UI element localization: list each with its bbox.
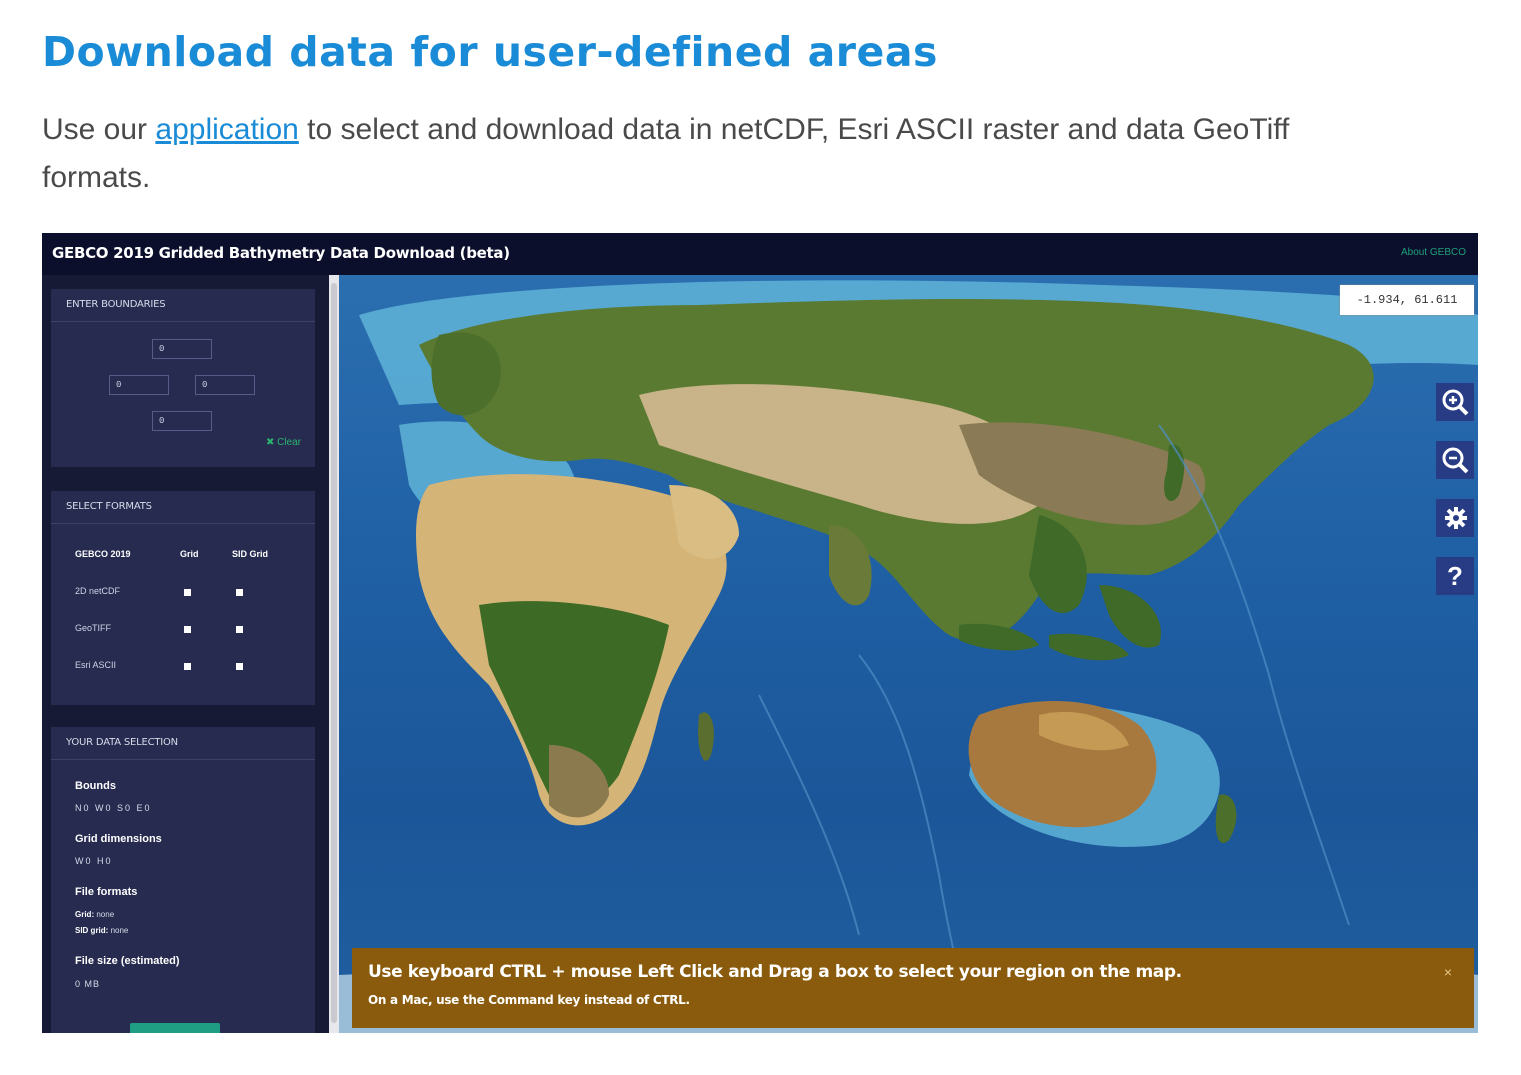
sid-format-value: none <box>110 926 129 935</box>
format-label: GeoTIFF <box>75 623 112 633</box>
scrollbar-thumb[interactable] <box>331 283 337 1023</box>
sidebar: ENTER BOUNDARIES ✖ Clear SELECT FORMATS … <box>42 275 329 1033</box>
file-size-value: 0 MB <box>75 979 101 989</box>
intro-paragraph: Use our application to select and downlo… <box>42 106 1382 202</box>
about-gebco-link[interactable]: About GEBCO <box>1401 247 1466 258</box>
zoom-out-icon[interactable] <box>1436 441 1474 479</box>
esri-grid-checkbox[interactable] <box>184 663 191 670</box>
netcdf-grid-checkbox[interactable] <box>184 589 191 596</box>
clear-button[interactable]: ✖ Clear <box>266 437 301 448</box>
region-new-zealand <box>1215 794 1237 843</box>
format-row-esri: Esri ASCII <box>75 660 295 674</box>
formats-heading: SELECT FORMATS <box>51 491 315 524</box>
selection-heading: YOUR DATA SELECTION <box>51 727 315 760</box>
intro-text-before: Use our <box>42 113 156 146</box>
formats-header-row: GEBCO 2019 Grid SID Grid <box>75 549 295 563</box>
coordinate-readout: -1.934, 61.611 <box>1340 285 1474 315</box>
esri-sid-checkbox[interactable] <box>236 663 243 670</box>
south-input[interactable] <box>152 411 212 431</box>
bounds-label: Bounds <box>75 780 116 792</box>
boundaries-panel: ENTER BOUNDARIES ✖ Clear <box>51 289 315 467</box>
bounds-value: N0 W0 S0 E0 <box>75 803 152 813</box>
download-button[interactable] <box>130 1023 220 1033</box>
grid-format-label: Grid: <box>75 910 95 919</box>
grid-dimensions-value: W0 H0 <box>75 856 113 866</box>
grid-format-value: none <box>96 910 115 919</box>
format-label: 2D netCDF <box>75 586 121 596</box>
world-map <box>339 280 1478 1033</box>
file-formats-label: File formats <box>75 886 138 898</box>
file-size-label: File size (estimated) <box>75 955 180 967</box>
map-view[interactable]: -1.934, 61.611 ? <box>339 275 1478 1033</box>
boundaries-heading: ENTER BOUNDARIES <box>51 289 315 322</box>
west-input[interactable] <box>109 375 169 395</box>
formats-col-product: GEBCO 2019 <box>75 549 131 559</box>
app-screenshot: GEBCO 2019 Gridded Bathymetry Data Downl… <box>42 233 1478 1033</box>
grid-format-line: Grid: none <box>75 910 114 919</box>
selection-panel: YOUR DATA SELECTION Bounds N0 W0 S0 E0 G… <box>51 727 315 1033</box>
application-link[interactable]: application <box>155 113 298 146</box>
geotiff-grid-checkbox[interactable] <box>184 626 191 633</box>
formats-col-sid: SID Grid <box>232 549 269 559</box>
formats-panel: SELECT FORMATS GEBCO 2019 Grid SID Grid … <box>51 491 315 705</box>
hint-main-text: Use keyboard CTRL + mouse Left Click and… <box>368 962 1182 982</box>
region-madagascar <box>698 712 714 761</box>
sidebar-scrollbar[interactable] <box>329 275 339 1033</box>
geotiff-sid-checkbox[interactable] <box>236 626 243 633</box>
grid-dimensions-label: Grid dimensions <box>75 833 162 845</box>
netcdf-sid-checkbox[interactable] <box>236 589 243 596</box>
east-input[interactable] <box>195 375 255 395</box>
app-header: GEBCO 2019 Gridded Bathymetry Data Downl… <box>42 233 1478 275</box>
app-title: GEBCO 2019 Gridded Bathymetry Data Downl… <box>52 244 510 262</box>
sid-format-line: SID grid: none <box>75 926 128 935</box>
close-icon[interactable]: × <box>1444 964 1452 980</box>
format-label: Esri ASCII <box>75 660 117 670</box>
format-row-netcdf: 2D netCDF <box>75 586 295 600</box>
page-title: Download data for user-defined areas <box>42 28 938 76</box>
north-input[interactable] <box>152 339 212 359</box>
sid-format-label: SID grid: <box>75 926 109 935</box>
hint-sub-text: On a Mac, use the Command key instead of… <box>368 993 690 1007</box>
zoom-in-icon[interactable] <box>1436 383 1474 421</box>
gear-icon[interactable] <box>1436 499 1474 537</box>
formats-col-grid: Grid <box>180 549 199 559</box>
format-row-geotiff: GeoTIFF <box>75 623 295 637</box>
selection-hint-banner: Use keyboard CTRL + mouse Left Click and… <box>352 948 1474 1028</box>
help-icon[interactable]: ? <box>1436 557 1474 595</box>
